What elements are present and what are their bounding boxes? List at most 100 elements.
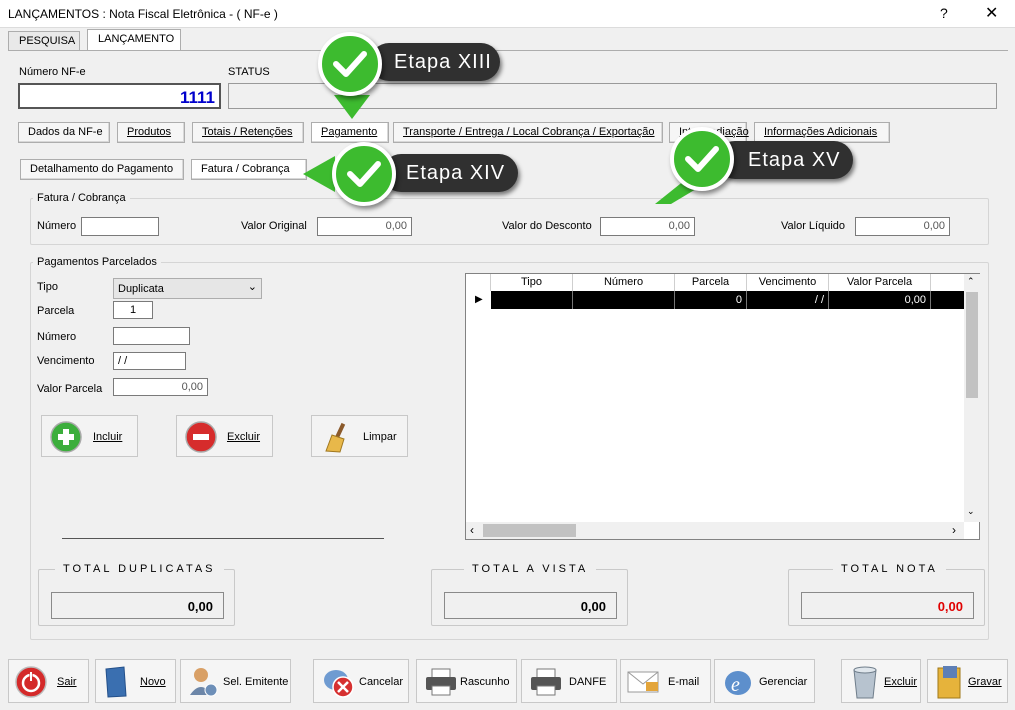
excluir-parcela-button[interactable]: Excluir: [176, 415, 273, 457]
horizontal-scroll-thumb[interactable]: [483, 524, 576, 537]
svg-text:e: e: [731, 674, 740, 696]
new-document-icon: [105, 666, 127, 698]
col-tipo[interactable]: Tipo: [491, 274, 573, 291]
tab-pesquisa[interactable]: PESQUISA: [8, 31, 80, 51]
valor-desconto-field[interactable]: 0,00: [600, 217, 695, 236]
callout-etapa-14-label: Etapa XIV: [406, 162, 506, 184]
valor-parcela-field[interactable]: 0,00: [113, 378, 208, 396]
tab-pagamento-label: Pagamento: [321, 126, 378, 138]
danfe-button[interactable]: DANFE: [521, 659, 617, 703]
col-numero[interactable]: Número: [573, 274, 675, 291]
tab-dados-nfe[interactable]: Dados da NF-e: [18, 122, 110, 143]
total-duplicatas-label: TOTAL DUPLICATAS: [55, 563, 224, 575]
table-cell[interactable]: / /: [747, 291, 829, 309]
tab-produtos[interactable]: Produtos: [117, 122, 185, 143]
tab-lancamento[interactable]: LANÇAMENTO: [87, 29, 181, 51]
fatura-group-title: Fatura / Cobrança: [33, 192, 130, 204]
tab-pagamento[interactable]: Pagamento: [311, 122, 389, 143]
total-avista-label: TOTAL A VISTA: [464, 563, 597, 575]
danfe-label: DANFE: [569, 676, 607, 688]
scroll-right-icon[interactable]: ›: [952, 523, 956, 537]
recycle-bin-icon: [853, 666, 877, 699]
col-parcela[interactable]: Parcela: [675, 274, 747, 291]
limpar-button[interactable]: Limpar: [311, 415, 408, 457]
minus-icon: [185, 421, 217, 453]
valor-original-label: Valor Original: [241, 220, 307, 232]
user-icon: [190, 668, 218, 697]
tab-divider: [8, 50, 1008, 51]
vertical-scrollbar[interactable]: ⌃ ⌄: [964, 274, 980, 522]
status-label: STATUS: [228, 66, 270, 78]
cancelar-label: Cancelar: [359, 676, 404, 688]
cancel-nfe-icon: [324, 670, 354, 698]
checkmark-icon: [332, 142, 396, 206]
gravar-button[interactable]: Gravar: [927, 659, 1008, 703]
tipo-select[interactable]: Duplicata ⌄: [113, 278, 262, 299]
callout-etapa-13-label: Etapa XIII: [394, 51, 492, 73]
scroll-down-icon[interactable]: ⌄: [967, 506, 975, 517]
row-indicator-icon: ▶: [475, 294, 483, 305]
numero-nfe-label: Número NF-e: [19, 66, 86, 78]
scroll-left-icon[interactable]: ‹: [470, 523, 474, 537]
tab-informacoes-adicionais[interactable]: Informações Adicionais: [754, 122, 890, 143]
total-avista-box: TOTAL A VISTA 0,00: [431, 563, 628, 626]
checkmark-icon: [670, 127, 734, 191]
envelope-icon: [627, 671, 659, 693]
total-nota-box: TOTAL NOTA 0,00: [788, 563, 985, 626]
parcela-numero-label: Número: [37, 331, 77, 343]
table-cell-filler: [931, 291, 964, 309]
numero-nfe-field[interactable]: 1111: [18, 83, 221, 109]
callout-etapa-13: Etapa XIII: [370, 43, 500, 81]
incluir-label: Incluir: [93, 431, 123, 443]
table-cell[interactable]: 0,00: [829, 291, 931, 309]
parcela-numero-field[interactable]: [113, 327, 190, 345]
email-button[interactable]: E-mail: [620, 659, 711, 703]
table-cell[interactable]: [491, 291, 573, 309]
parcelas-grid[interactable]: Tipo Número Parcela Vencimento Valor Par…: [465, 273, 980, 540]
valor-liquido-field[interactable]: 0,00: [855, 217, 950, 236]
sair-button[interactable]: Sair: [8, 659, 89, 703]
rascunho-button[interactable]: Rascunho: [416, 659, 517, 703]
valor-liquido-label: Valor Líquido: [781, 220, 846, 232]
scroll-up-icon[interactable]: ⌃: [967, 276, 975, 287]
col-valor-parcela[interactable]: Valor Parcela: [829, 274, 931, 291]
vertical-scroll-thumb[interactable]: [966, 292, 978, 398]
gravar-label: Gravar: [968, 676, 1002, 688]
cancelar-button[interactable]: Cancelar: [313, 659, 409, 703]
total-nota-label: TOTAL NOTA: [833, 563, 946, 575]
valor-parcela-label: Valor Parcela: [37, 383, 103, 395]
horizontal-scrollbar[interactable]: ‹ ›: [466, 522, 964, 539]
novo-button[interactable]: Novo: [95, 659, 176, 703]
vencimento-field[interactable]: / /: [113, 352, 186, 370]
gerenciar-button[interactable]: e Gerenciar: [714, 659, 815, 703]
parcela-field[interactable]: 1: [113, 301, 153, 319]
table-cell[interactable]: 0: [675, 291, 747, 309]
fatura-numero-field[interactable]: [81, 217, 159, 236]
total-avista-value: 0,00: [444, 592, 617, 619]
sel-emitente-button[interactable]: Sel. Emitente: [180, 659, 291, 703]
help-button[interactable]: ?: [940, 5, 948, 21]
novo-label: Novo: [140, 676, 166, 688]
separator-line: [62, 538, 384, 539]
subtab-detalhamento[interactable]: Detalhamento do Pagamento: [20, 159, 184, 180]
table-cell[interactable]: [573, 291, 675, 309]
callout-etapa-14: Etapa XIV: [382, 154, 518, 192]
broom-icon: [325, 422, 346, 453]
excluir-parcela-label: Excluir: [227, 431, 261, 443]
tab-totais[interactable]: Totais / Retenções: [192, 122, 304, 143]
callout-etapa-15: Etapa XV: [716, 141, 853, 179]
excluir-button[interactable]: Excluir: [841, 659, 921, 703]
fatura-numero-label: Número: [37, 220, 77, 232]
col-vencimento[interactable]: Vencimento: [747, 274, 829, 291]
valor-original-field[interactable]: 0,00: [317, 217, 412, 236]
tab-transporte[interactable]: Transporte / Entrega / Local Cobrança / …: [393, 122, 663, 143]
plus-icon: [50, 421, 82, 453]
incluir-button[interactable]: Incluir: [41, 415, 138, 457]
subtab-fatura[interactable]: Fatura / Cobrança: [191, 159, 307, 180]
close-button[interactable]: ✕: [985, 3, 998, 23]
window-title: LANÇAMENTOS : Nota Fiscal Eletrônica - (…: [8, 7, 278, 21]
total-duplicatas-value: 0,00: [51, 592, 224, 619]
printer-icon: [426, 668, 456, 696]
save-folder-icon: [937, 666, 961, 699]
limpar-label: Limpar: [363, 431, 397, 443]
